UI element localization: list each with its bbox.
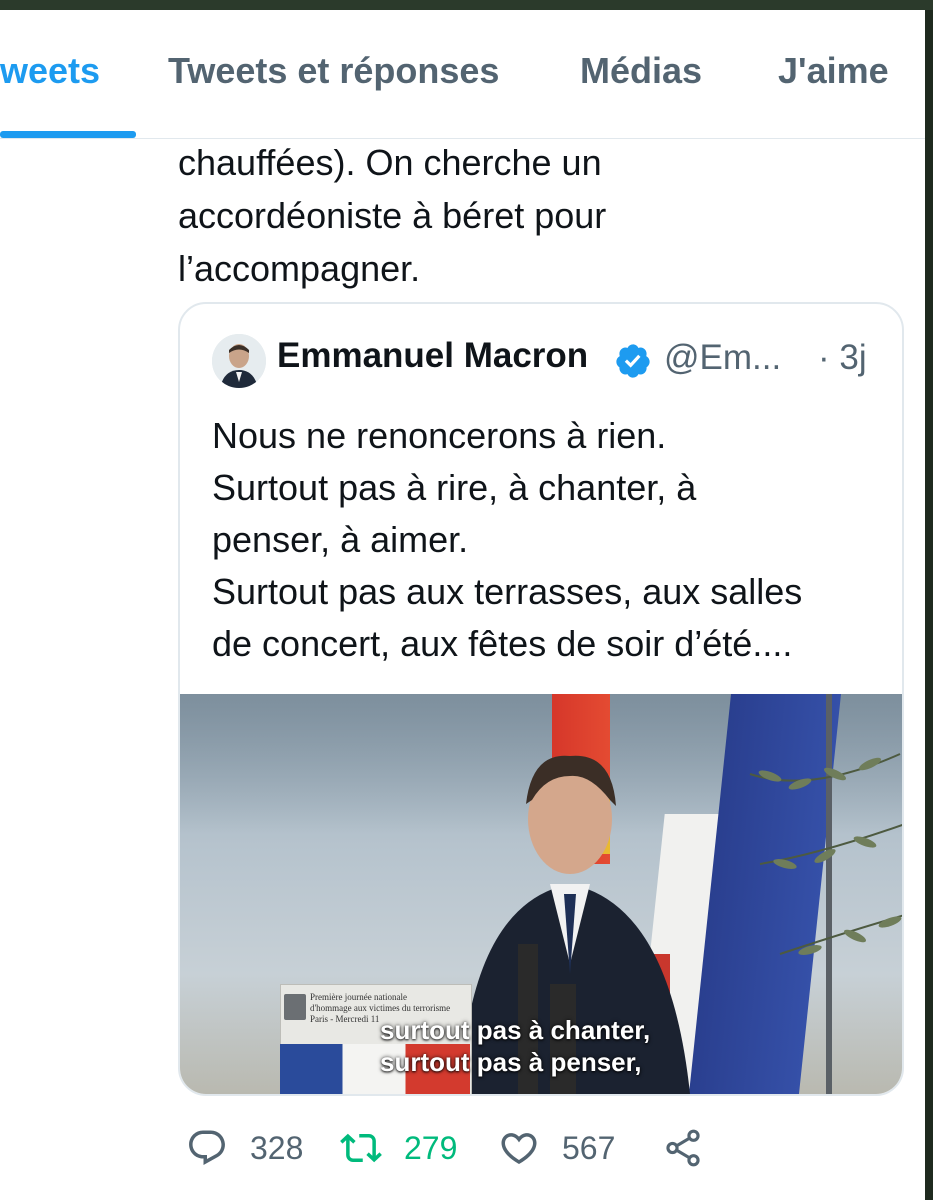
avatar[interactable] [212,334,266,388]
like-button[interactable]: 567 [498,1120,615,1176]
retweet-icon [340,1133,382,1163]
quoted-timestamp[interactable]: · 3j [818,338,867,378]
tab-likes[interactable]: J'aime [778,50,889,92]
retweet-count: 279 [404,1129,458,1166]
quoted-tweet[interactable]: Emmanuel Macron @Em... · 3j Nous ne reno… [178,302,904,1096]
tweet-actions: 328 279 567 [178,1120,898,1176]
top-strip [0,0,933,10]
tab-tweets[interactable]: weets [0,50,100,92]
quoted-author-handle[interactable]: @Em... [664,338,781,378]
window-edge [925,10,933,1200]
quoted-author-name[interactable]: Emmanuel Macron [277,336,588,376]
retweet-button[interactable]: 279 [340,1120,457,1176]
reply-count: 328 [250,1129,304,1166]
share-button[interactable] [662,1120,704,1176]
tab-media[interactable]: Médias [580,50,702,92]
reply-button[interactable]: 328 [186,1120,303,1176]
profile-tab-bar: weets Tweets et réponses Médias J'aime [0,10,925,139]
share-icon [666,1129,700,1167]
video-subtitle: surtout pas à chanter, surtout pas à pen… [380,1015,651,1077]
video-player[interactable]: Première journée nationale d'hommage aux… [180,694,902,1094]
active-tab-indicator [0,131,136,138]
podium-logo [284,994,306,1020]
verified-badge-icon [616,344,650,378]
like-count: 567 [562,1129,616,1166]
tweet-text: chauffées). On cherche un accordéoniste … [178,142,607,289]
olive-branch [749,753,902,955]
reply-icon [189,1130,225,1165]
tab-tweets-and-replies[interactable]: Tweets et réponses [168,50,499,92]
heart-icon [501,1133,537,1165]
quoted-tweet-text: Nous ne renoncerons à rien. Surtout pas … [212,415,803,664]
